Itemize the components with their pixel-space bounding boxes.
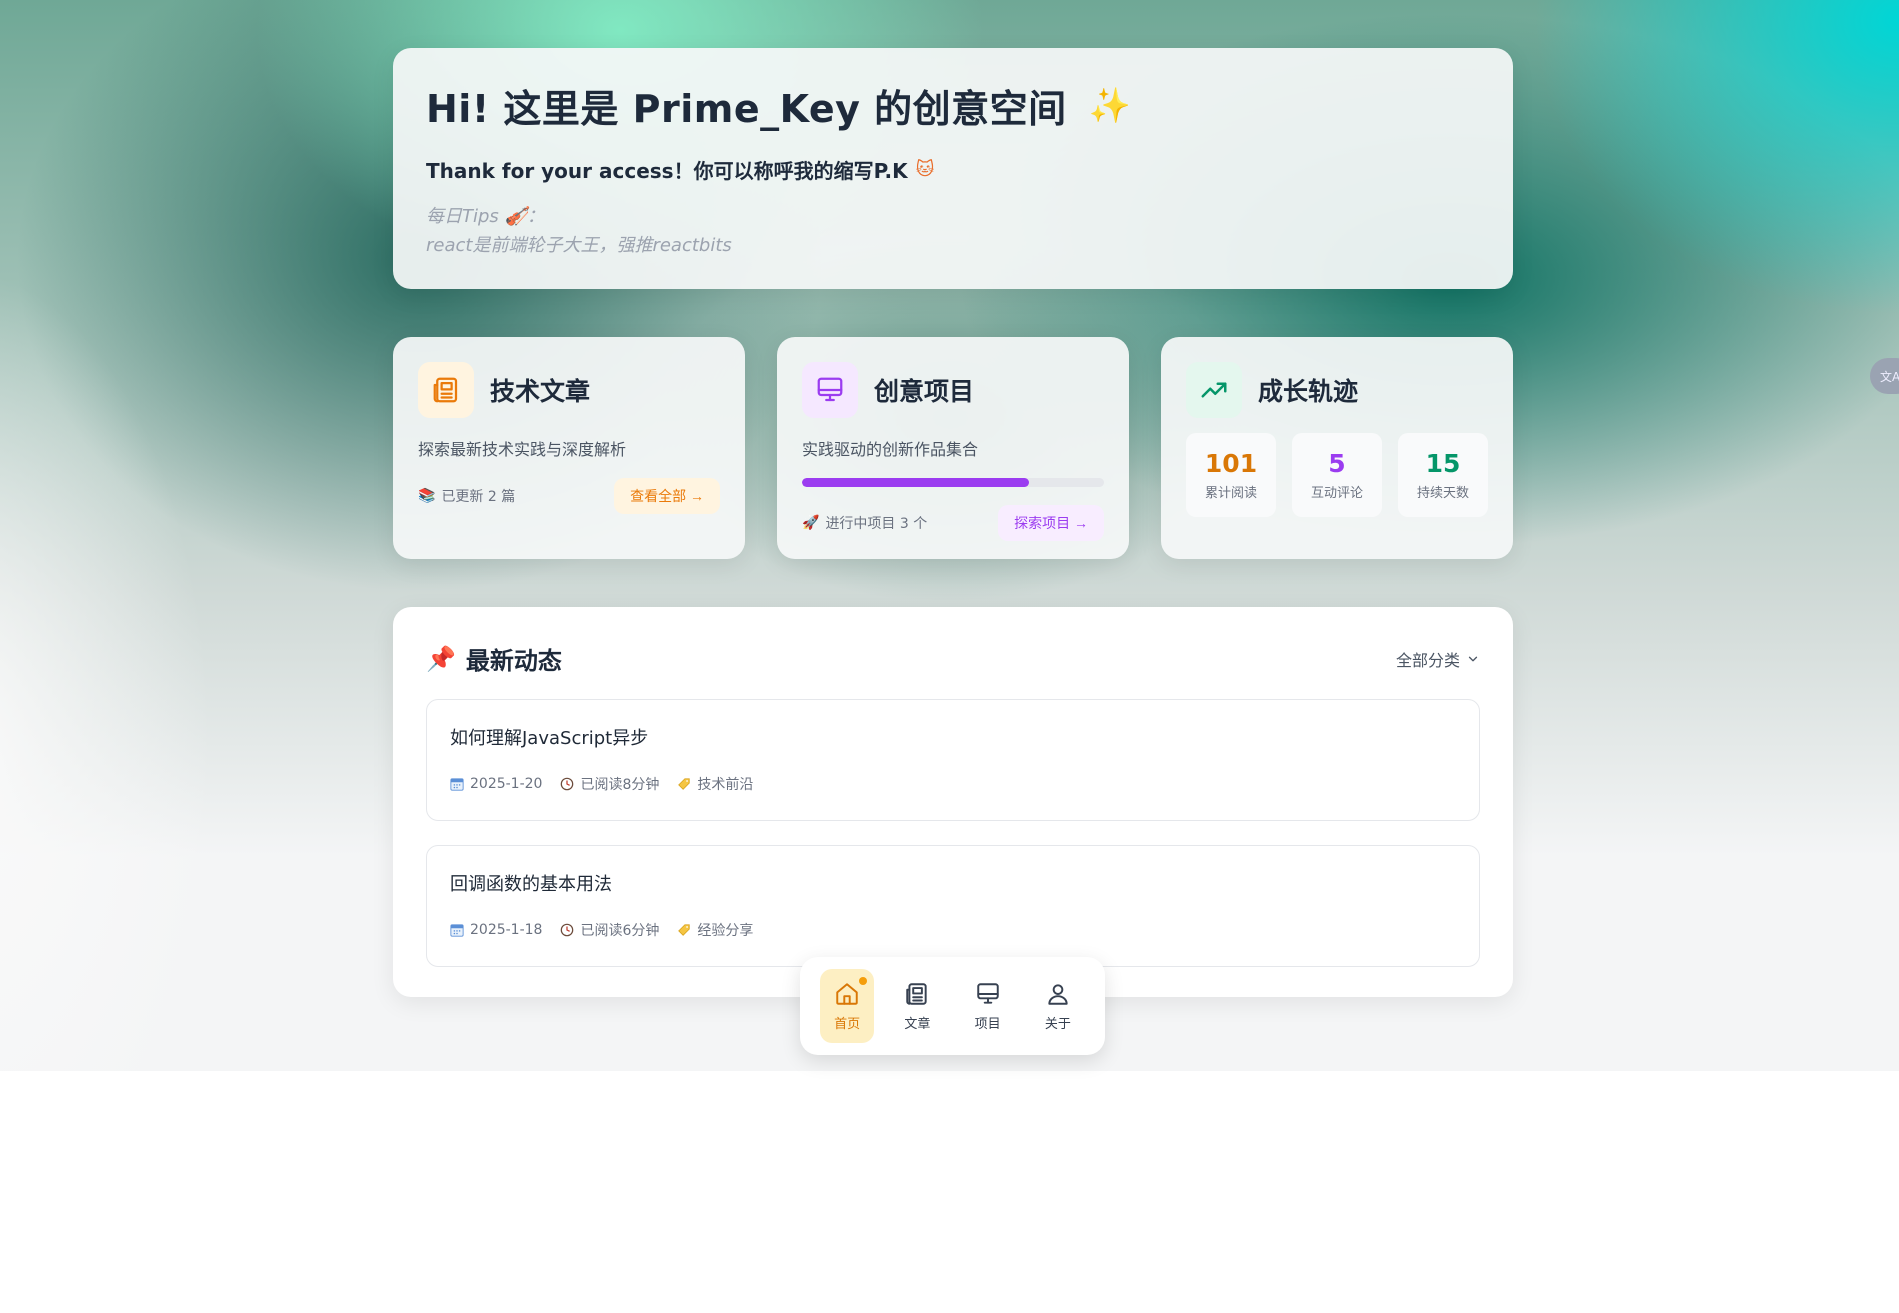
nav-label: 首页 bbox=[834, 1016, 861, 1032]
books-icon: 📚 bbox=[418, 488, 436, 504]
category-filter[interactable]: 全部分类 bbox=[1396, 647, 1480, 671]
projects-card-desc: 实践驱动的创新作品集合 bbox=[802, 440, 979, 459]
post-meta: 2025-1-20 已阅读8分钟 技术前沿 bbox=[450, 774, 1456, 794]
hero-title: Hi! 这里是 Prime_Key 的创意空间 ✨ bbox=[426, 78, 1480, 133]
articles-card[interactable]: 技术文章 探索最新技术实践与深度解析 📚 已更新 2 篇 查看全部 → bbox=[393, 337, 745, 559]
hero-title-text: Hi! 这里是 Prime_Key 的创意空间 bbox=[426, 87, 1067, 131]
monitor-icon bbox=[976, 982, 999, 1004]
post-read-text: 已阅读8分钟 bbox=[580, 777, 660, 793]
monitor-icon bbox=[802, 362, 858, 418]
nav-item-about[interactable]: 关于 bbox=[1031, 969, 1085, 1043]
notification-dot bbox=[859, 977, 868, 985]
post-date-text: 2025-1-20 bbox=[470, 776, 543, 792]
projects-card[interactable]: 创意项目 实践驱动的创新作品集合 🚀 进行中项目 3 个 探索项目 → bbox=[777, 337, 1129, 559]
articles-card-desc: 探索最新技术实践与深度解析 bbox=[418, 440, 627, 459]
post-tag: 经验分享 bbox=[677, 920, 753, 940]
projects-progress-bar bbox=[802, 478, 1104, 487]
stat-comments: 5 互动评论 bbox=[1292, 433, 1382, 517]
post-item[interactable]: 如何理解JavaScript异步 2025-1-20 已阅读8分钟 技术前沿 bbox=[426, 699, 1480, 821]
articles-card-footer: 📚 已更新 2 篇 查看全部 → bbox=[418, 478, 720, 514]
trending-up-icon bbox=[1186, 362, 1242, 418]
page: Hi! 这里是 Prime_Key 的创意空间 ✨ Thank for your… bbox=[0, 0, 1899, 1313]
bottom-nav: 首页 文章 项目 关于 bbox=[800, 957, 1105, 1055]
stat-reads-label: 累计阅读 bbox=[1204, 486, 1257, 501]
post-title[interactable]: 回调函数的基本用法 bbox=[450, 870, 1456, 896]
tips-text: react是前端轮子大王，强推reactbits bbox=[426, 235, 732, 256]
post-read-time: 已阅读6分钟 bbox=[560, 920, 659, 940]
post-read-text: 已阅读6分钟 bbox=[580, 923, 660, 939]
projects-progress-fill bbox=[802, 478, 1029, 487]
calendar-icon bbox=[450, 924, 464, 937]
rocket-icon: 🚀 bbox=[802, 515, 820, 531]
projects-status: 🚀 进行中项目 3 个 bbox=[802, 513, 927, 533]
stat-days-value: 15 bbox=[1425, 449, 1461, 478]
nav-item-home[interactable]: 首页 bbox=[820, 969, 875, 1043]
latest-updates: 📌 最新动态 全部分类 如何理解JavaScript异步 2025-1-20 已… bbox=[393, 607, 1513, 997]
tag-icon bbox=[678, 924, 691, 936]
daily-tips: 每日Tips 🎻： react是前端轮子大王，强推reactbits bbox=[426, 202, 1480, 260]
cat-icon: 🐱 bbox=[915, 159, 935, 180]
post-read-time: 已阅读8分钟 bbox=[560, 774, 659, 794]
category-filter-label: 全部分类 bbox=[1395, 650, 1460, 670]
stat-reads: 101 累计阅读 bbox=[1186, 433, 1276, 517]
post-date: 2025-1-18 bbox=[450, 922, 542, 938]
latest-header: 📌 最新动态 全部分类 bbox=[426, 641, 1480, 676]
clock-icon bbox=[561, 923, 574, 937]
translate-icon: 文A bbox=[1880, 369, 1899, 384]
hero-card: Hi! 这里是 Prime_Key 的创意空间 ✨ Thank for your… bbox=[393, 48, 1513, 289]
articles-card-header: 技术文章 bbox=[418, 362, 720, 418]
home-icon bbox=[836, 982, 858, 1005]
nav-label: 项目 bbox=[974, 1016, 1001, 1032]
growth-card: 成长轨迹 101 累计阅读 5 互动评论 15 持续天数 bbox=[1161, 337, 1513, 559]
post-item[interactable]: 回调函数的基本用法 2025-1-18 已阅读6分钟 经验分享 bbox=[426, 845, 1480, 967]
nav-item-articles[interactable]: 文章 bbox=[890, 969, 944, 1043]
hero-subtitle-text: Thank for your access！你可以称呼我的缩写P.K bbox=[426, 159, 908, 183]
projects-card-header: 创意项目 bbox=[802, 362, 1104, 418]
explore-projects-button[interactable]: 探索项目 → bbox=[998, 505, 1104, 541]
stat-comments-label: 互动评论 bbox=[1310, 486, 1363, 501]
articles-card-title: 技术文章 bbox=[490, 377, 591, 406]
growth-card-header: 成长轨迹 bbox=[1186, 362, 1488, 418]
post-tag: 技术前沿 bbox=[677, 774, 753, 794]
post-meta: 2025-1-18 已阅读6分钟 经验分享 bbox=[450, 920, 1456, 940]
articles-status-text: 已更新 2 篇 bbox=[441, 489, 516, 505]
sparkles-icon: ✨ bbox=[1088, 85, 1132, 126]
stat-comments-value: 5 bbox=[1328, 449, 1346, 478]
latest-title-text: 最新动态 bbox=[465, 647, 562, 675]
hero-subtitle: Thank for your access！你可以称呼我的缩写P.K 🐱 bbox=[426, 155, 1480, 184]
post-date: 2025-1-20 bbox=[450, 776, 542, 792]
projects-status-text: 进行中项目 3 个 bbox=[825, 516, 928, 532]
nav-item-projects[interactable]: 项目 bbox=[961, 969, 1015, 1043]
tips-label: 每日Tips 🎻： bbox=[426, 206, 545, 227]
clock-icon bbox=[561, 777, 574, 791]
growth-stats: 101 累计阅读 5 互动评论 15 持续天数 bbox=[1186, 433, 1488, 517]
calendar-icon bbox=[450, 778, 464, 791]
newspaper-icon bbox=[418, 362, 474, 418]
stat-days: 15 持续天数 bbox=[1398, 433, 1488, 517]
pushpin-icon: 📌 bbox=[426, 644, 456, 673]
post-title[interactable]: 如何理解JavaScript异步 bbox=[450, 724, 1456, 750]
post-tag-text: 经验分享 bbox=[697, 923, 754, 939]
user-icon bbox=[1048, 983, 1068, 1005]
chevron-down-icon bbox=[1468, 656, 1478, 661]
translate-tab[interactable]: 文A bbox=[1870, 358, 1899, 394]
articles-status: 📚 已更新 2 篇 bbox=[418, 486, 515, 506]
stat-days-label: 持续天数 bbox=[1416, 486, 1469, 501]
view-all-button[interactable]: 查看全部 → bbox=[614, 478, 720, 514]
newspaper-icon bbox=[906, 982, 928, 1005]
nav-label: 文章 bbox=[904, 1016, 931, 1032]
tag-icon bbox=[678, 778, 691, 790]
growth-card-title: 成长轨迹 bbox=[1258, 377, 1359, 406]
nav-label: 关于 bbox=[1044, 1016, 1071, 1032]
post-date-text: 2025-1-18 bbox=[470, 922, 543, 938]
latest-title: 📌 最新动态 bbox=[426, 641, 562, 676]
projects-card-title: 创意项目 bbox=[874, 377, 975, 406]
post-tag-text: 技术前沿 bbox=[697, 777, 754, 793]
projects-card-footer: 🚀 进行中项目 3 个 探索项目 → bbox=[802, 505, 1104, 541]
stat-reads-value: 101 bbox=[1204, 449, 1258, 478]
